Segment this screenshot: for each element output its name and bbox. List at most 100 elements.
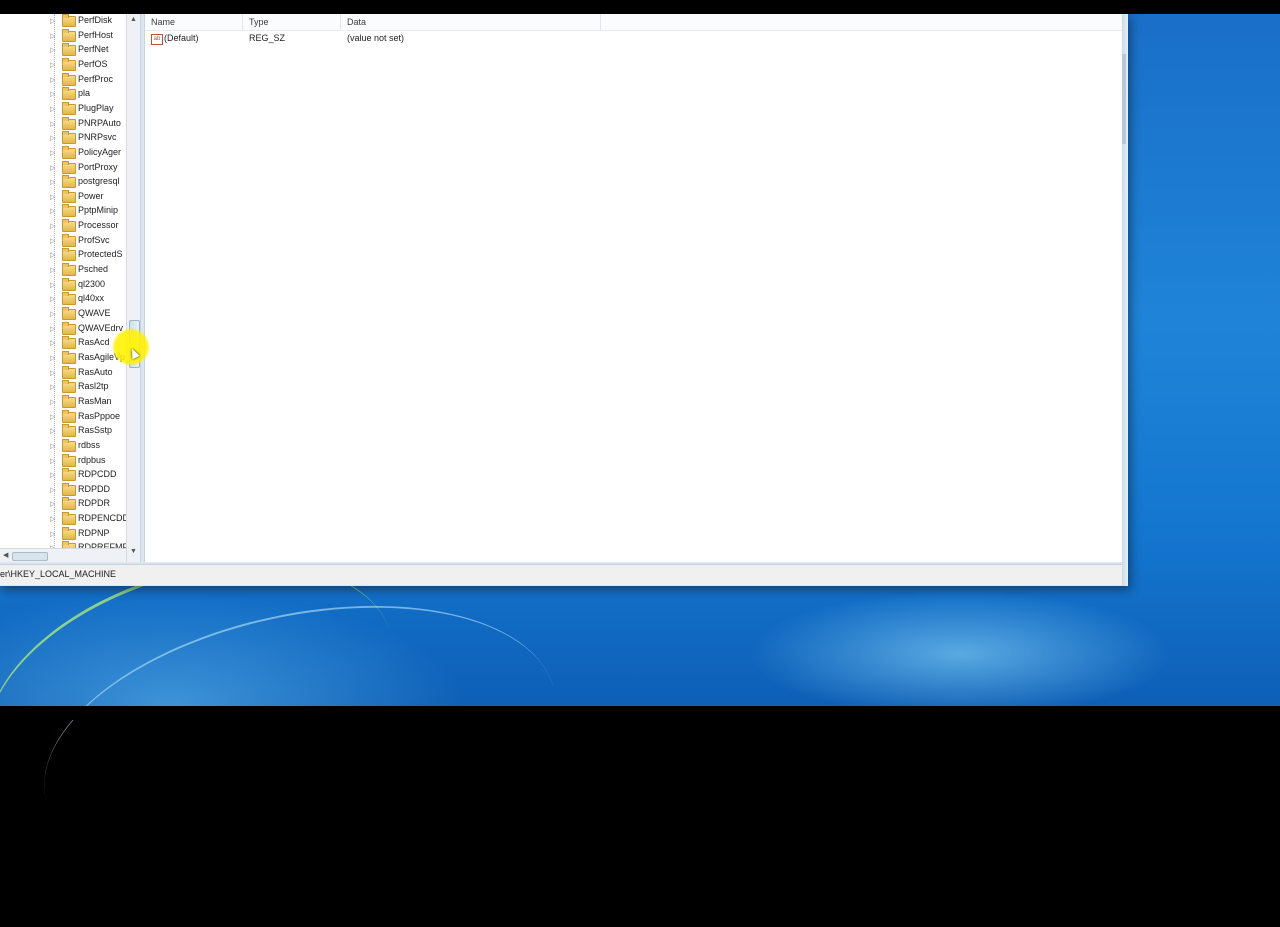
tree-item-label: RasAcd — [78, 337, 110, 348]
tree-item[interactable]: ▷ RasSstp — [50, 424, 128, 438]
expand-arrow-icon[interactable]: ▷ — [50, 237, 55, 245]
tree-item[interactable]: ▷ ql2300 — [50, 277, 128, 292]
folder-icon — [62, 336, 76, 350]
tree-hscroll-thumb[interactable] — [12, 552, 48, 561]
tree-item[interactable]: ▷ RDPCDD — [50, 468, 128, 482]
tree-item[interactable]: ▷ PptpMinip — [50, 204, 128, 218]
expand-arrow-icon[interactable]: ▷ — [50, 339, 55, 347]
tree-item[interactable]: ▷ PerfOS — [50, 57, 128, 72]
expand-arrow-icon[interactable]: ▷ — [50, 398, 55, 406]
expand-arrow-icon[interactable]: ▷ — [50, 325, 55, 333]
tree-item[interactable]: ▷ RDPDR — [50, 497, 128, 511]
expand-arrow-icon[interactable]: ▷ — [50, 530, 55, 538]
tree-item[interactable]: ▷ ProfSvc — [50, 233, 128, 248]
folder-icon — [62, 57, 76, 71]
expand-arrow-icon[interactable]: ▷ — [50, 17, 55, 25]
expand-arrow-icon[interactable]: ▷ — [50, 295, 55, 303]
tree-item[interactable]: ▷ PerfProc — [50, 72, 128, 87]
tree-item[interactable]: ▷ ProtectedS — [50, 248, 128, 262]
expand-arrow-icon[interactable]: ▷ — [50, 427, 55, 435]
scroll-up-icon[interactable]: ▲ — [130, 16, 137, 23]
values-scroll-indicator[interactable] — [1122, 54, 1126, 144]
folder-icon — [62, 263, 76, 277]
tree-item-label: RDPDR — [78, 498, 111, 509]
tree-item[interactable]: ▷ PlugPlay — [50, 101, 128, 116]
expand-arrow-icon[interactable]: ▷ — [50, 515, 55, 523]
registry-editor-window: ▷ PerfDisk ▷ PerfHost ▷ PerfNet ▷ PerfOS ▷ PerfPr… — [0, 14, 1128, 586]
tree-item[interactable]: ▷ Processor — [50, 219, 128, 233]
folder-icon — [62, 438, 76, 452]
tree-item[interactable]: ▷ PerfDisk — [50, 14, 128, 28]
expand-arrow-icon[interactable]: ▷ — [50, 76, 55, 84]
value-row[interactable]: ab (Default) REG_SZ (value not set) — [145, 32, 1123, 46]
expand-arrow-icon[interactable]: ▷ — [50, 105, 55, 113]
tree-item-label: RasAuto — [78, 366, 113, 377]
expand-arrow-icon[interactable]: ▷ — [50, 178, 55, 186]
tree-item-label: PortProxy — [78, 161, 118, 172]
expand-arrow-icon[interactable]: ▷ — [50, 442, 55, 450]
values-header-row: Name Type Data — [145, 14, 1123, 31]
tree-item-label: ProtectedS — [78, 249, 123, 260]
column-header-name[interactable]: Name — [145, 14, 243, 30]
status-bar: er\HKEY_LOCAL_MACHINE — [0, 564, 1122, 585]
tree-item[interactable]: ▷ rdbss — [50, 438, 128, 453]
tree-item[interactable]: ▷ rdpbus — [50, 453, 128, 468]
expand-arrow-icon[interactable]: ▷ — [50, 90, 55, 98]
expand-arrow-icon[interactable]: ▷ — [50, 281, 55, 289]
tree-vertical-scrollbar[interactable]: ▲ ▼ — [126, 14, 140, 562]
expand-arrow-icon[interactable]: ▷ — [50, 266, 55, 274]
tree-item[interactable]: ▷ RDPDD — [50, 482, 128, 497]
tree-item[interactable]: ▷ PNRPAuto — [50, 116, 128, 131]
expand-arrow-icon[interactable]: ▷ — [50, 413, 55, 421]
tree-item[interactable]: ▷ postgresql — [50, 175, 128, 189]
tree-item[interactable]: ▷ PNRPsvc — [50, 131, 128, 145]
tree-item[interactable]: ▷ QWAVE — [50, 307, 128, 321]
folder-icon — [62, 160, 76, 174]
tree-item[interactable]: ▷ pla — [50, 87, 128, 101]
tree-horizontal-scrollbar[interactable]: ◀ — [0, 548, 126, 562]
expand-arrow-icon[interactable]: ▷ — [50, 500, 55, 508]
expand-arrow-icon[interactable]: ▷ — [50, 61, 55, 69]
column-header-data[interactable]: Data — [341, 14, 601, 30]
expand-arrow-icon[interactable]: ▷ — [50, 383, 55, 391]
expand-arrow-icon[interactable]: ▷ — [50, 222, 55, 230]
tree-item[interactable]: ▷ PerfHost — [50, 28, 128, 43]
folder-icon — [62, 72, 76, 86]
tree-item[interactable]: ▷ RasPppoe — [50, 409, 128, 424]
tree-item[interactable]: ▷ RasAuto — [50, 365, 128, 380]
tree-item-label: RDPCDD — [78, 469, 117, 480]
expand-arrow-icon[interactable]: ▷ — [50, 251, 55, 259]
tree-item[interactable]: ▷ Power — [50, 189, 128, 204]
expand-arrow-icon[interactable]: ▷ — [50, 120, 55, 128]
value-name: (Default) — [164, 33, 199, 43]
expand-arrow-icon[interactable]: ▷ — [50, 369, 55, 377]
tree-item-label: QWAVEdrv — [78, 322, 124, 333]
expand-arrow-icon[interactable]: ▷ — [50, 457, 55, 465]
expand-arrow-icon[interactable]: ▷ — [50, 149, 55, 157]
tree-item[interactable]: ▷ Psched — [50, 263, 128, 277]
expand-arrow-icon[interactable]: ▷ — [50, 46, 55, 54]
tree-item[interactable]: ▷ RDPENCDD — [50, 512, 128, 526]
scroll-down-icon[interactable]: ▼ — [130, 548, 137, 555]
column-header-type[interactable]: Type — [243, 14, 341, 30]
tree-item[interactable]: ▷ RasMan — [50, 394, 128, 409]
expand-arrow-icon[interactable]: ▷ — [50, 164, 55, 172]
expand-arrow-icon[interactable]: ▷ — [50, 354, 55, 362]
tree-item-label: PlugPlay — [78, 102, 114, 113]
expand-arrow-icon[interactable]: ▷ — [50, 310, 55, 318]
value-type: REG_SZ — [249, 33, 286, 43]
tree-item[interactable]: ▷ PerfNet — [50, 43, 128, 57]
expand-arrow-icon[interactable]: ▷ — [50, 486, 55, 494]
expand-arrow-icon[interactable]: ▷ — [50, 193, 55, 201]
tree-item[interactable]: ▷ PortProxy — [50, 160, 128, 175]
expand-arrow-icon[interactable]: ▷ — [50, 134, 55, 142]
tree-item[interactable]: ▷ PolicyAger — [50, 145, 128, 160]
tree-item-label: ql40xx — [78, 293, 105, 304]
tree-item[interactable]: ▷ ql40xx — [50, 292, 128, 306]
expand-arrow-icon[interactable]: ▷ — [50, 471, 55, 479]
scroll-left-icon[interactable]: ◀ — [3, 551, 8, 559]
expand-arrow-icon[interactable]: ▷ — [50, 32, 55, 40]
tree-item[interactable]: ▷ Rasl2tp — [50, 380, 128, 394]
expand-arrow-icon[interactable]: ▷ — [50, 207, 55, 215]
tree-item[interactable]: ▷ RDPNP — [50, 526, 128, 541]
